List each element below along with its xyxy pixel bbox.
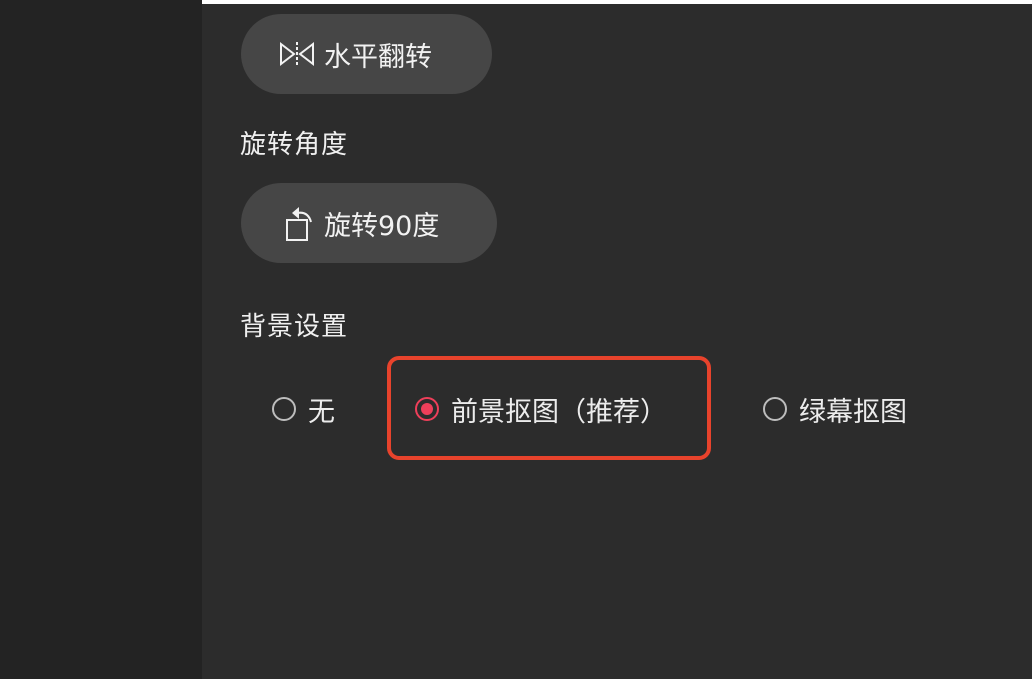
flip-horizontal-icon	[278, 41, 316, 67]
radio-dot	[421, 403, 433, 415]
radio-unchecked-icon	[272, 397, 296, 421]
rotate-90-label: 旋转90度	[324, 210, 440, 242]
flip-horizontal-button[interactable]: 水平翻转	[241, 14, 492, 94]
rotate-section-title: 旋转角度	[240, 130, 349, 160]
radio-option-none[interactable]: 无	[272, 384, 335, 434]
settings-panel: 水平翻转 旋转角度 旋转90度 背景设置 无 前景抠图（推荐） 绿幕抠图	[202, 4, 1032, 679]
left-panel	[0, 0, 202, 679]
rotate-icon	[284, 203, 316, 243]
radio-option-green-screen[interactable]: 绿幕抠图	[763, 384, 907, 434]
radio-option-foreground-matting[interactable]: 前景抠图（推荐）	[415, 384, 667, 434]
flip-horizontal-label: 水平翻转	[324, 41, 432, 73]
radio-label-foreground-matting: 前景抠图（推荐）	[451, 396, 667, 428]
radio-checked-icon	[415, 397, 439, 421]
radio-label-green-screen: 绿幕抠图	[799, 396, 907, 428]
radio-unchecked-icon	[763, 397, 787, 421]
radio-label-none: 无	[308, 396, 335, 428]
background-section-title: 背景设置	[240, 312, 349, 342]
app-window: 水平翻转 旋转角度 旋转90度 背景设置 无 前景抠图（推荐） 绿幕抠图	[0, 0, 1032, 679]
background-radio-group: 无 前景抠图（推荐） 绿幕抠图	[202, 384, 1032, 434]
rotate-90-button[interactable]: 旋转90度	[241, 183, 497, 263]
